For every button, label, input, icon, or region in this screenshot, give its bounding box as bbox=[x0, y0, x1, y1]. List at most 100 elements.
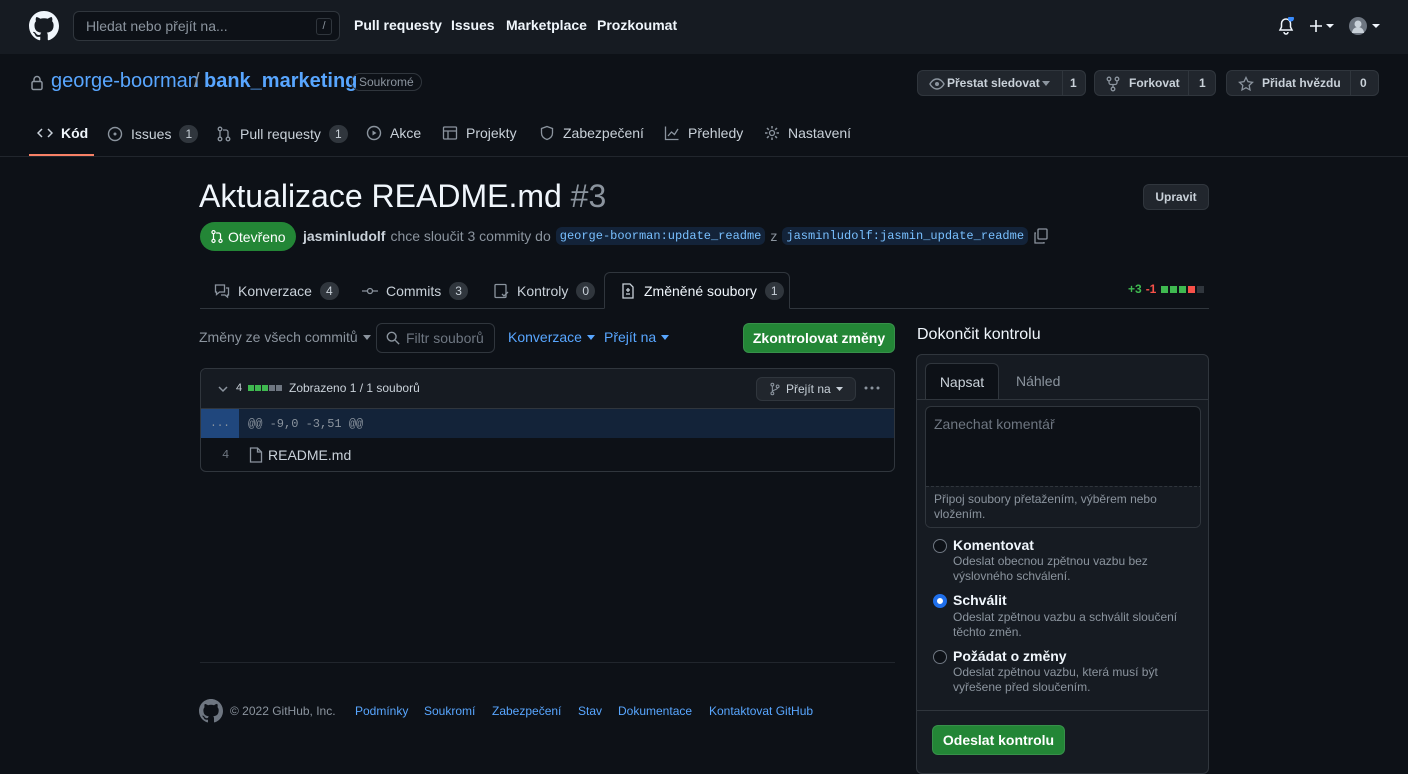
git-pull-request-icon bbox=[217, 126, 231, 142]
footer-link-terms[interactable]: Podmínky bbox=[355, 704, 408, 718]
bell-icon[interactable] bbox=[1278, 17, 1294, 35]
footer-link-contact[interactable]: Kontaktovat GitHub bbox=[709, 704, 813, 718]
checklist-icon bbox=[494, 283, 509, 299]
jump-to-label: Přejít na bbox=[604, 329, 657, 345]
footer-link-status[interactable]: Stav bbox=[578, 704, 602, 718]
pr-merge-info: jasminludolf chce sloučit 3 commity do g… bbox=[303, 227, 1049, 245]
submit-review-button[interactable]: Odeslat kontrolu bbox=[932, 725, 1065, 755]
status-label: Otevřeno bbox=[228, 228, 286, 245]
github-logo-icon[interactable] bbox=[29, 11, 59, 41]
tab-settings[interactable]: Nastavení bbox=[764, 125, 851, 141]
review-changes-button[interactable]: Zkontrolovat změny bbox=[743, 323, 895, 353]
tab-security-label: Zabezpečení bbox=[563, 125, 644, 141]
files-count: 1 bbox=[764, 282, 784, 300]
checks-count: 0 bbox=[576, 282, 596, 300]
footer-link-docs[interactable]: Dokumentace bbox=[618, 704, 692, 718]
search-placeholder: Hledat nebo přejít na... bbox=[86, 18, 228, 34]
option-request-changes-desc: Odeslat zpětnou vazbu, která musí být vy… bbox=[953, 665, 1158, 694]
search-input[interactable]: Hledat nebo přejít na... / bbox=[73, 11, 340, 41]
head-branch[interactable]: jasminludolf:jasmin_update_readme bbox=[782, 227, 1029, 245]
caret-down-icon bbox=[1042, 81, 1050, 86]
tab-settings-label: Nastavení bbox=[788, 125, 852, 141]
tab-projects-label: Projekty bbox=[466, 125, 517, 141]
option-approve-label[interactable]: Schválit bbox=[953, 592, 1007, 608]
avatar[interactable] bbox=[1349, 16, 1381, 36]
pr-title: Aktualizace README.md bbox=[199, 178, 562, 214]
fork-button[interactable]: Forkovat 1 bbox=[1094, 70, 1216, 96]
radio-request-changes[interactable] bbox=[933, 650, 947, 664]
comment-textarea[interactable]: Zanechat komentář bbox=[926, 407, 1200, 486]
footer-link-privacy[interactable]: Soukromí bbox=[424, 704, 475, 718]
file-filter-input[interactable]: Filtr souborů bbox=[376, 323, 495, 353]
star-icon bbox=[1238, 76, 1254, 92]
lock-icon bbox=[29, 74, 45, 91]
footer-link-security[interactable]: Zabezpečení bbox=[492, 704, 561, 718]
chevron-down-icon[interactable] bbox=[217, 383, 229, 395]
copy-icon[interactable] bbox=[1033, 228, 1049, 244]
expand-lines-button[interactable]: ... bbox=[201, 409, 239, 438]
search-icon bbox=[386, 331, 400, 345]
commits-filter-dropdown[interactable]: Změny ze všech commitů bbox=[199, 329, 371, 345]
review-tabs-divider bbox=[917, 399, 1208, 400]
tab-projects[interactable]: Projekty bbox=[442, 125, 517, 141]
tab-write[interactable]: Napsat bbox=[925, 363, 999, 400]
option-comment-label[interactable]: Komentovat bbox=[953, 537, 1034, 553]
tab-pulls-label: Pull requesty bbox=[240, 126, 321, 142]
attach-hint-text: Připoj soubory přetažením, výběrem nebo … bbox=[934, 492, 1157, 521]
file-jump-to-button[interactable]: Přejít na bbox=[756, 377, 856, 401]
conversations-label: Konverzace bbox=[508, 329, 582, 345]
option-comment-desc: Odeslat obecnou zpětnou vazbu bez výslov… bbox=[953, 554, 1148, 583]
diff-line: 4 README.md bbox=[201, 438, 894, 471]
repo-name-link[interactable]: bank_marketing bbox=[204, 70, 357, 93]
tab-pull-requests[interactable]: Pull requesty 1 bbox=[216, 125, 348, 143]
watch-button[interactable]: Přestat sledovat 1 bbox=[917, 70, 1086, 96]
nav-marketplace[interactable]: Marketplace bbox=[506, 17, 587, 33]
tab-issues[interactable]: Issues 1 bbox=[107, 125, 199, 143]
button-divider bbox=[1062, 71, 1063, 95]
jump-to-dropdown[interactable]: Přejít na bbox=[604, 329, 670, 345]
watch-label: Přestat sledovat bbox=[947, 76, 1040, 90]
github-footer-logo-icon[interactable] bbox=[199, 699, 223, 723]
git-pull-request-icon bbox=[211, 229, 223, 244]
radio-comment[interactable] bbox=[933, 539, 947, 553]
tab-checks[interactable]: Kontroly 0 bbox=[493, 282, 596, 300]
star-count: 0 bbox=[1360, 76, 1367, 90]
fork-icon bbox=[1106, 76, 1120, 92]
star-button[interactable]: Přidat hvězdu 0 bbox=[1226, 70, 1379, 96]
tab-commits[interactable]: Commits 3 bbox=[362, 282, 468, 300]
files-shown-text: Zobrazeno 1 / 1 souborů bbox=[289, 381, 420, 395]
kebab-horizontal-icon[interactable] bbox=[864, 381, 880, 395]
eye-icon bbox=[929, 77, 945, 91]
pr-author-link[interactable]: jasminludolf bbox=[303, 228, 385, 244]
create-new-plus-icon[interactable] bbox=[1309, 18, 1335, 34]
tab-checks-label: Kontroly bbox=[517, 283, 569, 299]
tab-code[interactable]: Kód bbox=[37, 125, 88, 141]
nav-issues[interactable]: Issues bbox=[451, 17, 495, 33]
button-divider bbox=[1188, 71, 1189, 95]
tab-security[interactable]: Zabezpečení bbox=[539, 125, 644, 141]
tab-actions[interactable]: Akce bbox=[366, 125, 421, 141]
repo-owner-link[interactable]: george-boorman bbox=[51, 70, 199, 93]
edit-title-button[interactable]: Upravit bbox=[1143, 184, 1209, 210]
tab-files-changed[interactable]: Změněné soubory 1 bbox=[604, 272, 790, 309]
tab-preview[interactable]: Náhled bbox=[1016, 373, 1060, 389]
conversations-dropdown[interactable]: Konverzace bbox=[508, 329, 595, 345]
tab-conversation[interactable]: Konverzace 4 bbox=[214, 282, 339, 300]
radio-approve[interactable] bbox=[933, 594, 947, 608]
diffstat-bar-icon bbox=[247, 384, 283, 392]
commits-filter-label: Změny ze všech commitů bbox=[199, 329, 358, 345]
file-name[interactable]: README.md bbox=[268, 447, 351, 463]
star-label: Přidat hvězdu bbox=[1262, 76, 1341, 90]
tab-insights[interactable]: Přehledy bbox=[664, 125, 743, 141]
base-branch[interactable]: george-boorman:update_readme bbox=[555, 227, 766, 245]
button-divider bbox=[1350, 71, 1351, 95]
option-request-changes-label[interactable]: Požádat o změny bbox=[953, 648, 1067, 664]
shield-icon bbox=[540, 125, 554, 141]
status-badge: Otevřeno bbox=[200, 222, 296, 251]
nav-explore[interactable]: Prozkoumat bbox=[597, 17, 677, 33]
tab-conversation-label: Konverzace bbox=[238, 283, 312, 299]
tab-issues-label: Issues bbox=[131, 126, 172, 142]
attach-files-hint[interactable]: Připoj soubory přetažením, výběrem nebo … bbox=[926, 486, 1200, 527]
nav-pull-requests[interactable]: Pull requesty bbox=[354, 17, 442, 33]
caret-down-icon bbox=[661, 334, 670, 340]
